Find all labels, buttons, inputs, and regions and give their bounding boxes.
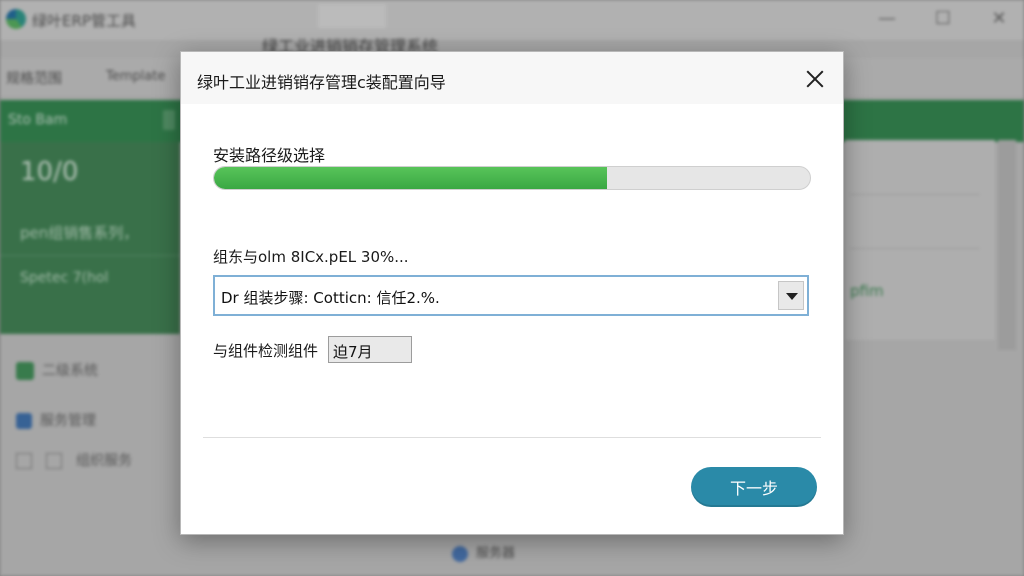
component-check-field[interactable]: 迫7月 [328,336,412,363]
install-wizard-dialog: 绿叶工业进销销存管理c装配置向导 安装路径级选择 组东与olm 8ICx.pEL… [180,51,844,535]
component-check-label: 与组件检测组件 [213,342,319,360]
install-progress-fill [214,167,608,189]
dialog-title: 绿叶工业进销销存管理c装配置向导 [197,73,446,92]
install-step-value: Dr 组装步骤: Cotticn: 信任2.%. [221,289,440,307]
component-status-label: 组东与olm 8ICx.pEL 30%... [213,248,409,266]
next-button[interactable]: 下一步 [691,467,817,507]
close-icon[interactable] [801,65,829,93]
dialog-header: 绿叶工业进销销存管理c装配置向导 [181,52,843,104]
chevron-down-icon[interactable] [778,281,804,310]
install-path-label: 安装路径级选择 [213,146,326,165]
install-step-select[interactable]: Dr 组装步骤: Cotticn: 信任2.%. [213,275,809,316]
install-progress-bar [213,166,811,190]
footer-divider [203,437,821,438]
